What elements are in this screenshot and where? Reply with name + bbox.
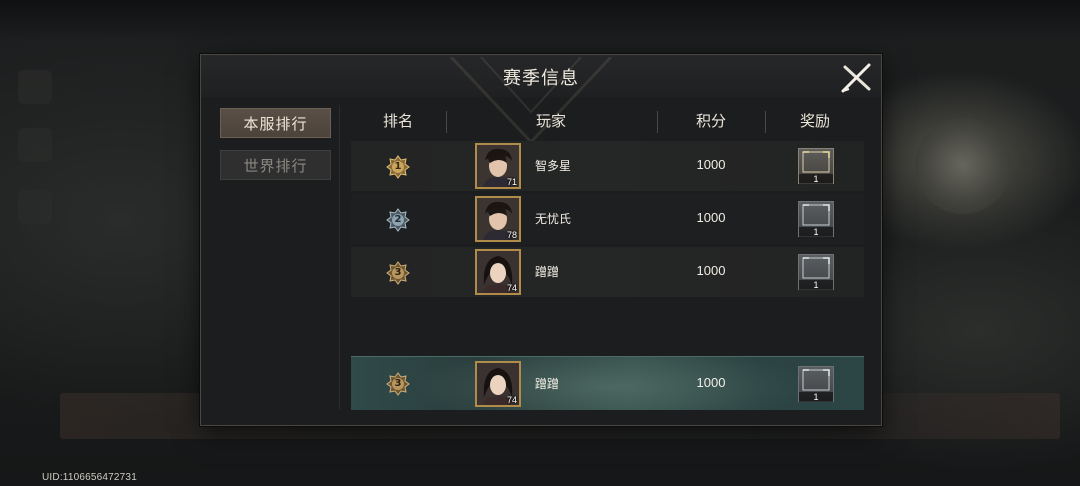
self-ranking-row: 3 74 蹭蹭 1000 1: [351, 356, 864, 410]
column-reward: 奖励: [799, 112, 830, 130]
rank-number: 2: [394, 214, 402, 225]
ranking-tabs: 本服排行 世界排行: [220, 108, 332, 192]
table-row: 1 71 智多星 1000 1: [351, 141, 864, 191]
column-player: 玩家: [535, 112, 566, 130]
player-score: 1000: [696, 210, 726, 225]
sidebar-divider: [339, 105, 340, 410]
avatar[interactable]: 74: [475, 361, 521, 407]
player-score: 1000: [696, 157, 726, 172]
rank-number: 3: [394, 378, 402, 389]
season-info-dialog: 赛季信息 本服排行 世界排行 排名 玩家 积分 奖励 1 71 智多星 1000…: [200, 54, 882, 426]
reward-count: 1: [799, 174, 833, 184]
reward-frame-icon: [802, 257, 830, 279]
player-name: 蹭蹭: [535, 265, 560, 279]
reward-frame-icon: [802, 369, 830, 391]
avatar[interactable]: 74: [475, 249, 521, 295]
background-nav-icon: [18, 70, 52, 104]
reward-chest-icon[interactable]: 1: [798, 366, 834, 402]
reward-frame-icon: [802, 204, 830, 226]
reward-chest-icon[interactable]: 1: [798, 148, 834, 184]
avatar[interactable]: 78: [475, 196, 521, 242]
reward-count: 1: [799, 392, 833, 402]
table-header: 排名 玩家 积分 奖励: [351, 108, 863, 138]
reward-chest-icon[interactable]: 1: [798, 201, 834, 237]
background-nav-icon: [18, 128, 52, 162]
avatar[interactable]: 71: [475, 143, 521, 189]
player-score: 1000: [696, 375, 726, 390]
rank-number: 3: [394, 267, 402, 278]
table-row: 3 74 蹭蹭 1000 1: [351, 247, 864, 297]
player-level: 71: [506, 177, 517, 187]
background-emblem: [915, 118, 1011, 214]
player-level: 78: [506, 230, 517, 240]
reward-count: 1: [799, 227, 833, 237]
tab-server-ranking[interactable]: 本服排行: [220, 108, 331, 138]
player-level: 74: [506, 395, 517, 405]
player-name: 无忧氏: [535, 212, 572, 226]
background-nav-icon: [18, 190, 52, 224]
player-name: 蹭蹭: [535, 377, 560, 391]
rank-number: 1: [394, 161, 402, 172]
tab-world-ranking[interactable]: 世界排行: [220, 150, 331, 180]
player-level: 74: [506, 283, 517, 293]
reward-chest-icon[interactable]: 1: [798, 254, 834, 290]
dialog-title: 赛季信息: [503, 68, 579, 89]
uid-label: UID:1106656472731: [42, 472, 137, 483]
column-score: 积分: [695, 112, 726, 130]
column-rank: 排名: [382, 112, 413, 130]
reward-count: 1: [799, 280, 833, 290]
close-icon[interactable]: [839, 59, 875, 95]
table-row: 2 78 无忧氏 1000 1: [351, 194, 864, 244]
player-score: 1000: [696, 263, 726, 278]
background-top-bar: [0, 0, 1080, 40]
player-name: 智多星: [535, 159, 572, 173]
reward-frame-icon: [802, 151, 830, 173]
